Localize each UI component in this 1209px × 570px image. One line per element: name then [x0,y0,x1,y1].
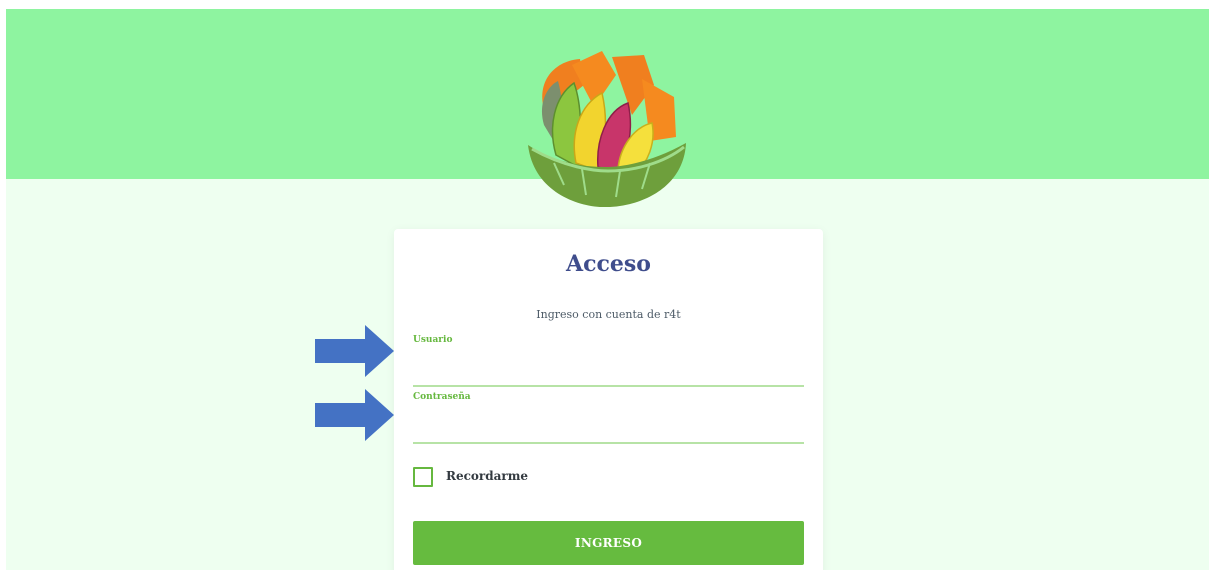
login-card: Acceso Ingreso con cuenta de r4t Usuario… [394,229,823,570]
remember-checkbox[interactable] [413,467,433,487]
arrow-right-icon [315,325,394,377]
brand-logo [528,51,686,207]
page-frame: Acceso Ingreso con cuenta de r4t Usuario… [6,9,1209,570]
login-submit-button[interactable]: INGRESO [413,521,804,565]
username-label: Usuario [413,335,453,345]
arrow-right-icon [315,389,394,441]
password-label: Contraseña [413,392,471,402]
username-input[interactable] [413,359,804,387]
login-title: Acceso [566,251,651,277]
remember-label[interactable]: Recordarme [446,469,528,483]
password-input[interactable] [413,416,804,444]
login-subtitle: Ingreso con cuenta de r4t [536,308,681,321]
